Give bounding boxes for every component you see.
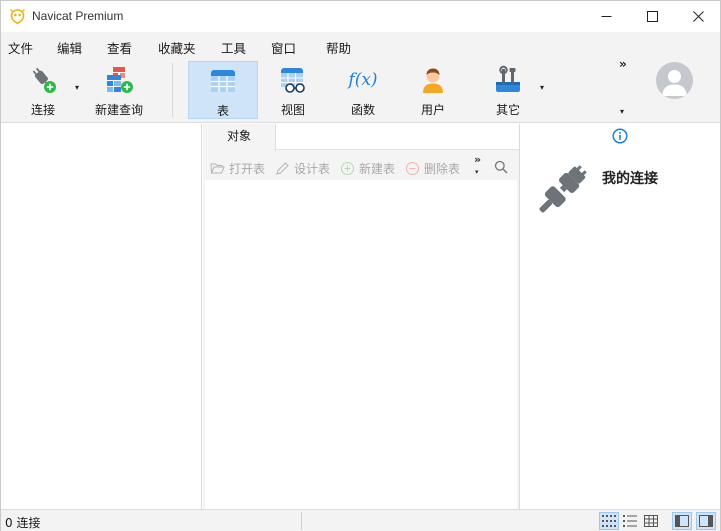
toolbar-overflow-button[interactable]: »	[619, 57, 627, 71]
function-icon: f(x)	[348, 70, 378, 90]
tab-strip: 对象	[203, 124, 519, 151]
detail-view-icon	[644, 515, 658, 527]
window-title: Navicat Premium	[32, 9, 124, 23]
user-button[interactable]: 用户	[403, 61, 463, 119]
plug-add-icon	[32, 67, 56, 93]
others-label: 其它	[495, 103, 520, 117]
minimize-button[interactable]	[583, 1, 629, 32]
pencil-icon	[276, 162, 289, 175]
menu-bar: 文件 编辑 查看 收藏夹 工具 窗口 帮助	[1, 32, 720, 57]
menu-view[interactable]: 查看	[107, 38, 132, 57]
new-query-button[interactable]: 新建查询	[89, 61, 149, 119]
status-bar: 0 连接	[1, 509, 720, 531]
menu-window[interactable]: 窗口	[271, 38, 296, 57]
table-button[interactable]: 表	[188, 61, 258, 119]
menu-help[interactable]: 帮助	[326, 38, 351, 57]
new-query-label: 新建查询	[94, 103, 143, 117]
right-pane-icon	[699, 515, 713, 527]
my-connections-title: 我的连接	[602, 171, 658, 187]
object-toolbar-overflow[interactable]: »	[474, 153, 481, 166]
tab-objects-label: 对象	[226, 129, 251, 143]
function-button[interactable]: f(x) 函数	[333, 61, 393, 119]
user-label: 用户	[420, 103, 445, 117]
new-table-label: 新建表	[359, 162, 396, 176]
open-table-button[interactable]: 打开表	[210, 160, 265, 177]
menu-tools[interactable]: 工具	[221, 38, 246, 57]
toolbar-separator	[172, 63, 173, 117]
connection-count-status: 0 连接	[5, 516, 41, 530]
menu-favorites[interactable]: 收藏夹	[158, 38, 196, 57]
minimize-icon	[601, 16, 611, 17]
avatar[interactable]	[656, 62, 693, 99]
plug-icon	[539, 165, 587, 213]
object-toolbar: 打开表 设计表 新建表 删除表 » ▾	[203, 151, 519, 179]
detail-view-button[interactable]	[641, 512, 661, 530]
view-button[interactable]: 视图	[263, 61, 323, 119]
close-button[interactable]	[675, 1, 721, 32]
tab-objects[interactable]: 对象	[203, 124, 276, 151]
tab-strip-empty	[276, 124, 519, 150]
delete-table-label: 删除表	[424, 162, 461, 176]
grid-view-icon	[602, 515, 616, 527]
others-button[interactable]: 其它	[478, 61, 538, 119]
maximize-button[interactable]	[629, 1, 675, 32]
maximize-icon	[646, 11, 658, 22]
avatar-icon	[662, 70, 687, 96]
info-pane: 我的连接	[519, 124, 720, 509]
design-table-label: 设计表	[294, 162, 331, 176]
connection-label: 连接	[30, 103, 55, 117]
list-view-button[interactable]	[620, 512, 640, 530]
view-label: 视图	[280, 103, 305, 117]
navicat-logo-icon	[10, 9, 25, 25]
toolbar-overflow-dropdown[interactable]: ▾	[620, 107, 624, 116]
menu-edit[interactable]: 编辑	[57, 38, 82, 57]
menu-file[interactable]: 文件	[8, 38, 33, 57]
new-query-icon	[107, 67, 133, 93]
delete-table-button[interactable]: 删除表	[405, 160, 460, 177]
status-divider	[301, 512, 302, 530]
design-table-button[interactable]: 设计表	[275, 160, 330, 177]
object-list[interactable]	[205, 180, 517, 509]
function-label: 函数	[350, 103, 375, 117]
remove-circle-icon	[406, 162, 419, 175]
search-icon[interactable]	[494, 160, 508, 174]
navicat-window: Navicat Premium 文件 编辑 查看 收藏夹 工具 窗口 帮助 连接…	[0, 0, 721, 531]
main-toolbar: 连接 ▾ 新建查询 表 视图 f(x) 函数 用户 其它 ▾ » ▾	[1, 57, 720, 123]
toggle-right-pane-button[interactable]	[696, 512, 716, 530]
object-toolbar-overflow-dropdown[interactable]: ▾	[475, 168, 479, 176]
info-icon[interactable]	[612, 128, 628, 144]
folder-open-icon	[210, 163, 225, 174]
close-icon	[692, 11, 704, 22]
view-icon	[281, 68, 305, 93]
left-pane-icon	[675, 515, 689, 527]
toggle-left-pane-button[interactable]	[672, 512, 692, 530]
connection-button[interactable]: 连接	[15, 61, 71, 119]
grid-view-button[interactable]	[599, 512, 619, 530]
others-dropdown-arrow[interactable]: ▾	[540, 83, 544, 92]
title-bar: Navicat Premium	[1, 1, 720, 32]
connection-dropdown-arrow[interactable]: ▾	[75, 83, 79, 92]
new-table-button[interactable]: 新建表	[340, 160, 395, 177]
add-circle-icon	[341, 162, 354, 175]
open-table-label: 打开表	[229, 162, 266, 176]
list-view-icon	[623, 515, 637, 527]
connection-tree-pane[interactable]	[1, 124, 202, 509]
tools-icon	[496, 65, 520, 92]
table-label: 表	[216, 104, 229, 118]
table-icon	[211, 70, 235, 92]
objects-pane: 对象 打开表 设计表 新建表 删除表 » ▾	[203, 124, 519, 509]
user-icon	[423, 68, 443, 93]
